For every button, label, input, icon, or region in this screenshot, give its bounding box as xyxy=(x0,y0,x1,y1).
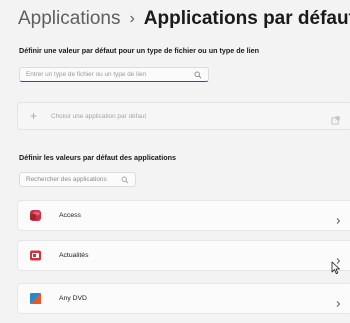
search-icon[interactable] xyxy=(121,176,129,184)
plus-icon: + xyxy=(30,109,38,123)
app-name: Any DVD xyxy=(59,295,87,302)
search-icon[interactable] xyxy=(194,71,202,79)
anydvd-app-icon xyxy=(29,292,42,305)
file-type-search-box[interactable] xyxy=(19,67,209,82)
choose-default-app-row: + Choisir une application par défaut xyxy=(17,102,350,130)
news-app-icon xyxy=(29,249,42,262)
app-row-access[interactable]: Access xyxy=(17,200,350,231)
file-type-search-input[interactable] xyxy=(26,71,194,78)
app-row-actualites[interactable]: Actualités xyxy=(17,240,350,271)
app-name: Access xyxy=(59,212,81,219)
apps-search-input[interactable] xyxy=(26,176,121,183)
access-app-icon xyxy=(29,209,42,222)
app-name: Actualités xyxy=(59,252,89,259)
choose-default-app-label: Choisir une application par défaut xyxy=(51,112,147,120)
chevron-right-icon xyxy=(334,252,342,264)
file-type-section-label: Définir une valeur par défaut pour un ty… xyxy=(19,46,260,55)
breadcrumb-parent-applications[interactable]: Applications xyxy=(18,8,120,30)
page-title: Applications par défaut xyxy=(143,8,350,29)
apps-section-label: Définir les valeurs par défaut des appli… xyxy=(19,153,176,162)
chevron-right-icon xyxy=(334,212,342,224)
breadcrumb: Applications › Applications par défaut xyxy=(18,8,350,30)
app-row-any-dvd[interactable]: Any DVD xyxy=(17,283,350,314)
external-link-icon xyxy=(331,112,340,125)
apps-search-box[interactable] xyxy=(19,172,136,187)
chevron-right-icon xyxy=(334,295,342,307)
mouse-pointer-icon xyxy=(331,261,341,275)
breadcrumb-separator: › xyxy=(129,10,135,27)
